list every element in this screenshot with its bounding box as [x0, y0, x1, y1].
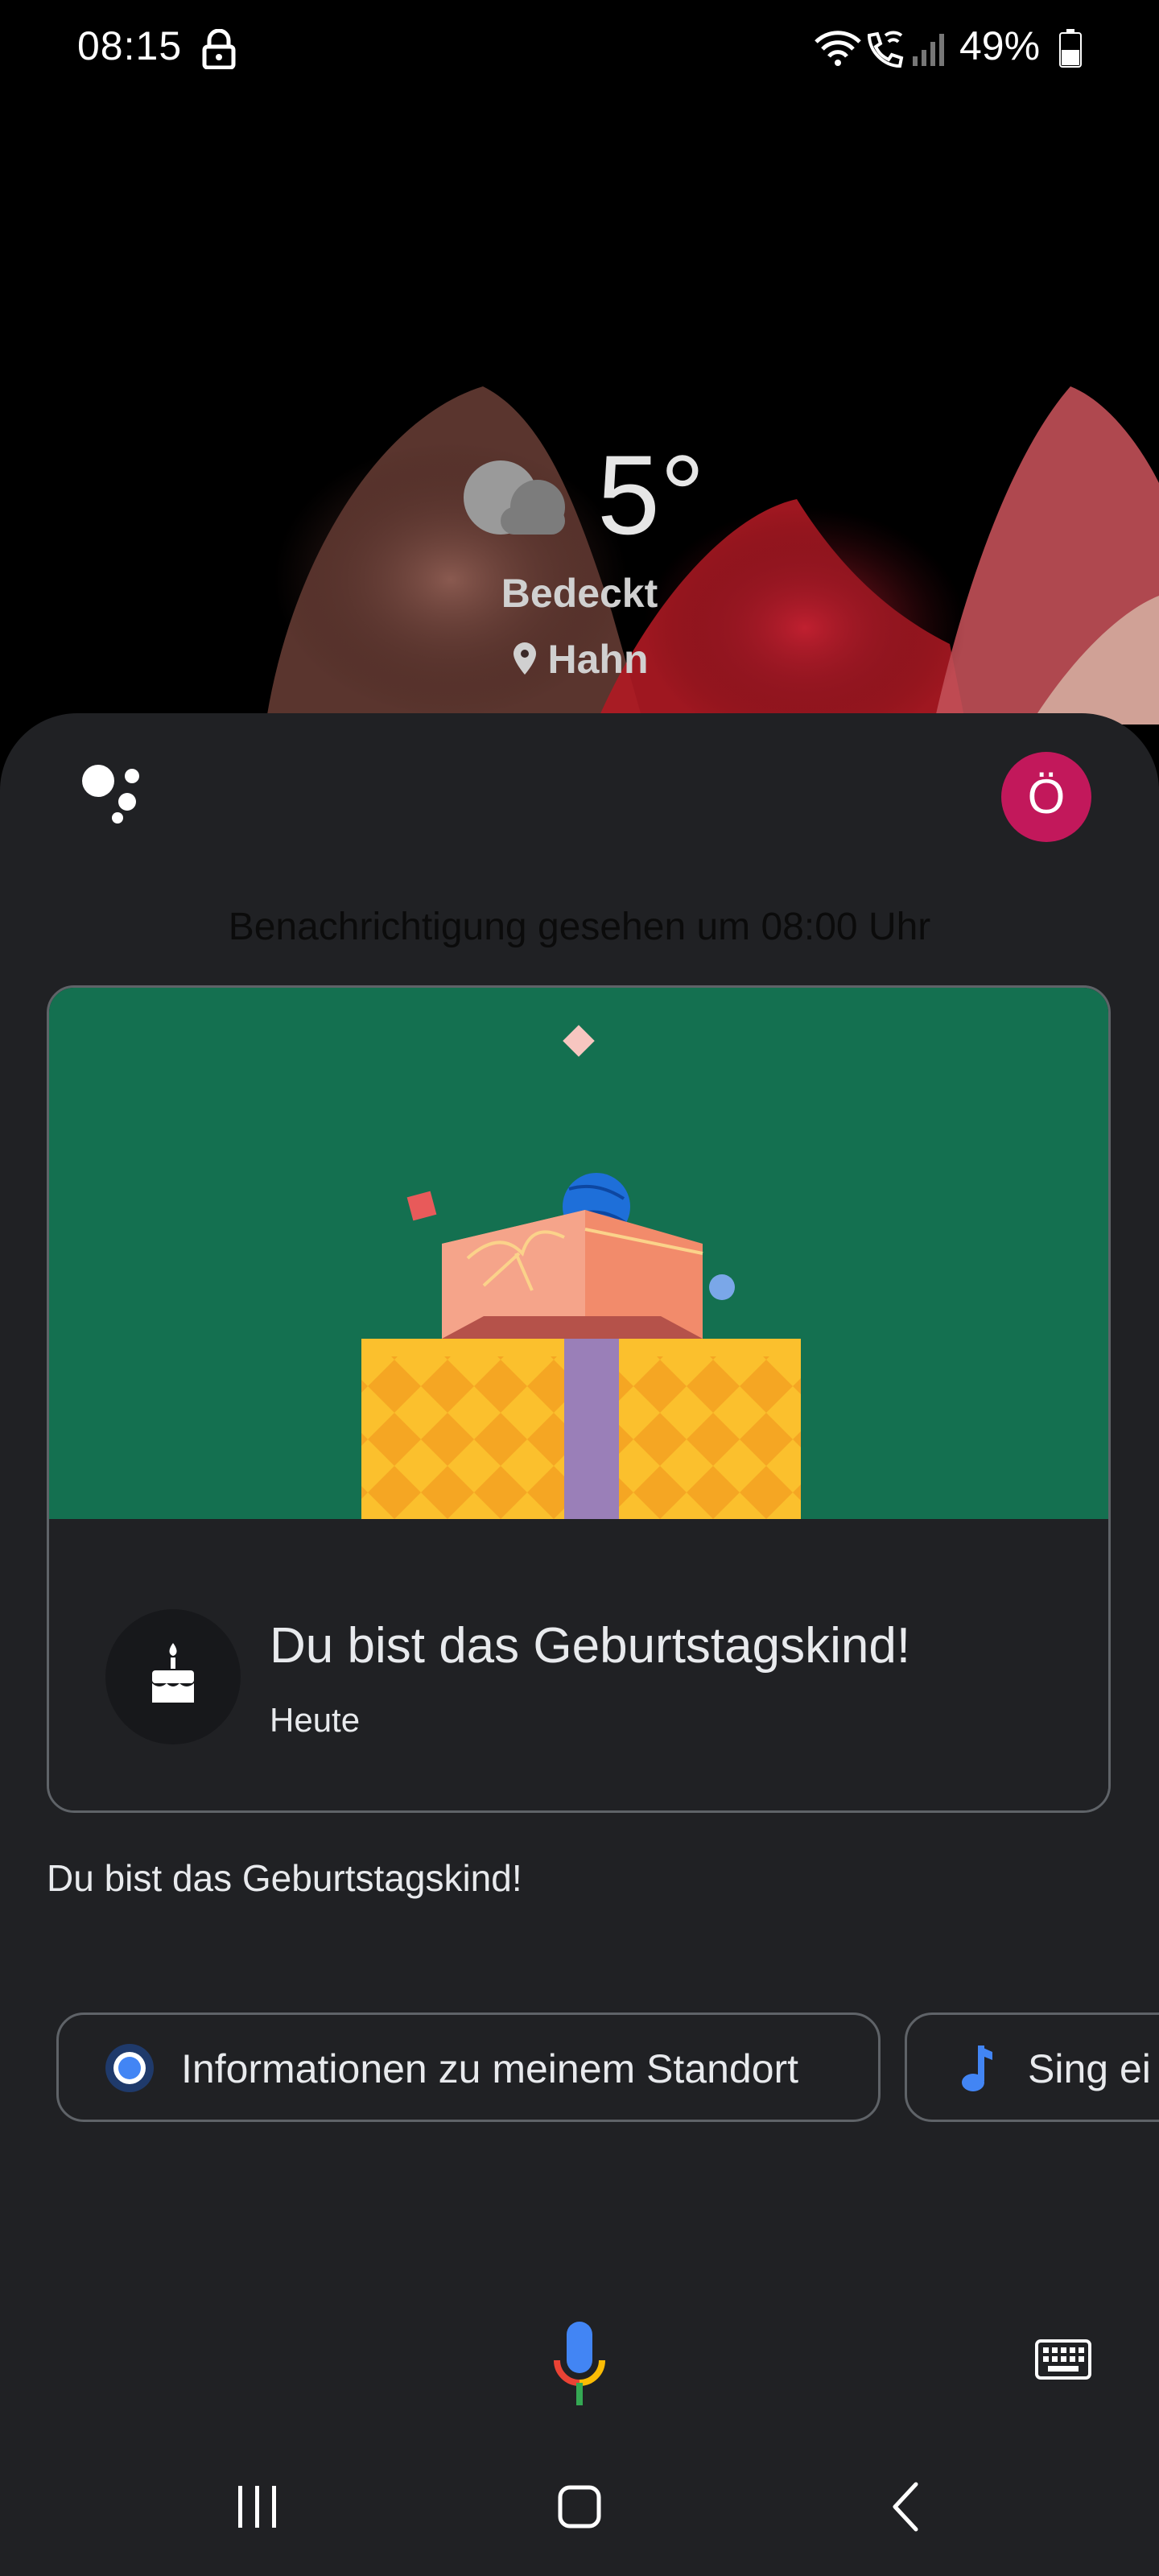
assistant-sheet: Ö Benachrichtigung gesehen um 08:00 Uhr — [0, 713, 1159, 2576]
battery-percent: 49% — [959, 23, 1041, 68]
lock-icon — [202, 29, 236, 69]
wifi-call-icon — [867, 31, 904, 68]
signal-icon — [913, 34, 944, 66]
battery-icon — [1059, 29, 1082, 68]
location-dot-icon — [105, 2044, 154, 2092]
notification-seen-text: Benachrichtigung gesehen um 08:00 Uhr — [228, 906, 931, 948]
home-icon[interactable] — [557, 2483, 602, 2531]
suggestion-chip-label: Informationen zu meinem Standort — [181, 2046, 799, 2091]
weather-widget[interactable]: 5° Bedeckt Hahn — [0, 435, 1159, 700]
suggestion-chip-location[interactable]: Informationen zu meinem Standort — [56, 2013, 881, 2122]
weather-condition: Bedeckt — [501, 571, 658, 616]
cake-icon — [152, 1643, 194, 1703]
wifi-icon — [815, 31, 861, 66]
suggestion-chip-sing[interactable]: Sing ei — [905, 2013, 1159, 2122]
location-name: Hahn — [547, 637, 649, 682]
card-subtitle: Heute — [270, 1701, 361, 1739]
temperature: 5° — [597, 431, 705, 558]
phone-screen: 08:15 49% 5° Bedeckt Hahn Ö Benachrichti… — [0, 0, 1159, 2576]
location-pin-icon — [513, 642, 536, 675]
cake-badge — [105, 1609, 241, 1744]
birthday-card[interactable]: Du bist das Geburtstagskind! Heute — [47, 985, 1111, 1813]
microphone-icon[interactable] — [552, 2322, 607, 2407]
back-icon[interactable] — [889, 2481, 921, 2533]
cloud-icon — [464, 460, 565, 535]
card-title: Du bist das Geburtstagskind! — [270, 1618, 911, 1674]
suggestion-chip-label: Sing ei — [1028, 2046, 1151, 2091]
keyboard-icon[interactable] — [1035, 2339, 1091, 2380]
assistant-response: Du bist das Geburtstagskind! — [47, 1857, 522, 1899]
status-bar: 08:15 49% — [0, 0, 1159, 97]
birthday-illustration — [49, 988, 1108, 1519]
recents-icon[interactable] — [235, 2484, 280, 2529]
status-time: 08:15 — [77, 23, 183, 68]
card-content: Du bist das Geburtstagskind! Heute — [49, 1519, 1108, 1810]
avatar[interactable]: Ö — [1001, 752, 1091, 842]
weather-location: Hahn — [0, 636, 1159, 683]
music-note-icon — [962, 2046, 992, 2091]
google-assistant-icon — [82, 765, 139, 824]
